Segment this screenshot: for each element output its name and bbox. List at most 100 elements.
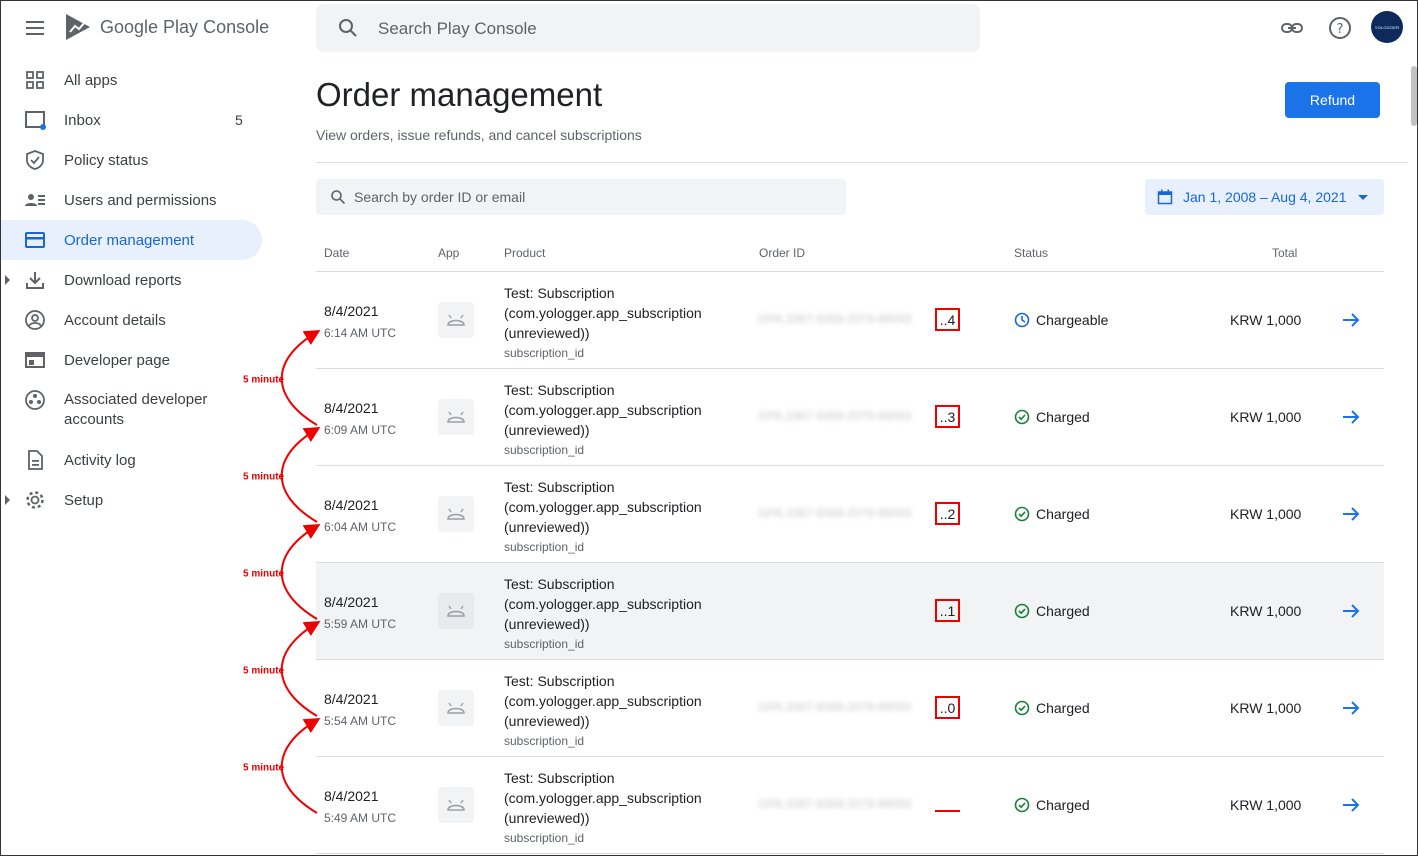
product-sku: subscription_id bbox=[504, 734, 585, 748]
status-text: Charged bbox=[1036, 700, 1090, 716]
android-icon bbox=[447, 314, 465, 326]
global-search-input[interactable]: Search Play Console bbox=[316, 4, 980, 52]
app-icon bbox=[438, 690, 474, 726]
android-icon bbox=[447, 702, 465, 714]
search-icon bbox=[339, 19, 357, 37]
col-app[interactable]: App bbox=[438, 246, 459, 260]
menu-icon[interactable] bbox=[24, 17, 46, 39]
status-badge: Charged bbox=[1014, 797, 1090, 813]
product-line: (unreviewed)) bbox=[504, 616, 590, 632]
arrow-right-icon[interactable] bbox=[1340, 698, 1362, 718]
product-line: Test: Subscription bbox=[504, 479, 615, 495]
card-icon bbox=[25, 232, 45, 248]
download-icon bbox=[26, 272, 44, 289]
table-row[interactable]: 8/4/2021 6:09 AM UTC Test: Subscription … bbox=[316, 369, 1384, 466]
product-name: Test: Subscription (com.yologger.app_sub… bbox=[504, 671, 744, 731]
sidebar-item-inbox[interactable]: Inbox 5 bbox=[0, 100, 262, 140]
order-search-input[interactable]: Search by order ID or email bbox=[316, 179, 846, 215]
app-icon bbox=[438, 302, 474, 338]
col-status[interactable]: Status bbox=[1014, 246, 1048, 260]
expand-caret-icon[interactable] bbox=[5, 495, 10, 505]
arrow-right-icon[interactable] bbox=[1340, 795, 1362, 815]
sidebar-item-setup[interactable]: Setup bbox=[0, 480, 262, 520]
sidebar-item-label: Developer page bbox=[64, 351, 170, 369]
sidebar-item-associated-accounts[interactable]: Associated developer accounts bbox=[0, 380, 262, 440]
product-line: Test: Subscription bbox=[504, 382, 615, 398]
divider bbox=[316, 162, 1408, 163]
sidebar: All apps Inbox 5 Policy status Users and… bbox=[0, 60, 262, 520]
order-id-blurred: GPA.3367-9369-2079-99093 bbox=[758, 409, 912, 423]
table-row[interactable]: 8/4/2021 6:14 AM UTC Test: Subscription … bbox=[316, 272, 1384, 369]
avatar-text: YOLOGGER bbox=[1374, 24, 1400, 30]
gear-icon bbox=[26, 491, 44, 509]
sidebar-item-label: Policy status bbox=[64, 151, 149, 169]
annotation-label: 5 minute bbox=[243, 763, 285, 774]
refund-button[interactable]: Refund bbox=[1285, 82, 1380, 118]
table-row[interactable]: 8/4/2021 5:49 AM UTC Test: Subscription … bbox=[316, 757, 1384, 854]
app-icon bbox=[438, 496, 474, 532]
order-id-suffix: ..0 bbox=[935, 696, 960, 719]
inbox-count-badge: 5 bbox=[235, 112, 243, 128]
grid-icon bbox=[26, 71, 44, 89]
table-row[interactable]: 8/4/2021 5:59 AM UTC Test: Subscription … bbox=[316, 563, 1384, 660]
status-text: Charged bbox=[1036, 797, 1090, 813]
sidebar-item-label: Activity log bbox=[64, 451, 136, 469]
play-console-logo bbox=[66, 14, 90, 40]
order-id-blurred: GPA.3367-9369-2079-99093 bbox=[758, 797, 912, 811]
arrow-right-icon[interactable] bbox=[1340, 504, 1362, 524]
inbox-icon bbox=[25, 111, 46, 130]
sidebar-item-users-permissions[interactable]: Users and permissions bbox=[0, 180, 262, 220]
search-placeholder: Search Play Console bbox=[378, 19, 537, 38]
order-total: KRW 1,000 bbox=[1230, 506, 1302, 522]
sidebar-item-activity-log[interactable]: Activity log bbox=[0, 440, 262, 480]
sidebar-item-account-details[interactable]: Account details bbox=[0, 300, 262, 340]
product-line: (unreviewed)) bbox=[504, 422, 590, 438]
product-sku: subscription_id bbox=[504, 831, 585, 845]
order-id-suffix: ..4 bbox=[935, 308, 960, 331]
status-badge: Charged bbox=[1014, 603, 1090, 619]
check-circle-icon bbox=[1014, 797, 1030, 813]
app-icon bbox=[438, 787, 474, 823]
product-line: (com.yologger.app_subscription bbox=[504, 596, 702, 612]
app-header-left: Google Play Console bbox=[0, 0, 300, 56]
order-id-suffix: ..3 bbox=[935, 405, 960, 428]
order-id-highlight bbox=[935, 810, 960, 812]
arrow-right-icon[interactable] bbox=[1340, 310, 1362, 330]
order-id-suffix: ..1 bbox=[935, 599, 960, 622]
sidebar-item-order-management[interactable]: Order management bbox=[0, 220, 262, 260]
avatar[interactable]: YOLOGGER bbox=[1371, 11, 1403, 43]
table-row[interactable]: 8/4/2021 5:54 AM UTC Test: Subscription … bbox=[316, 660, 1384, 757]
product-line: (com.yologger.app_subscription bbox=[504, 693, 702, 709]
product-line: (com.yologger.app_subscription bbox=[504, 402, 702, 418]
arrow-right-icon[interactable] bbox=[1340, 601, 1362, 621]
scrollbar-thumb[interactable] bbox=[1411, 66, 1417, 126]
sidebar-item-developer-page[interactable]: Developer page bbox=[0, 340, 262, 380]
arrow-right-icon[interactable] bbox=[1340, 407, 1362, 427]
order-id-suffix: ..2 bbox=[935, 502, 960, 525]
expand-caret-icon[interactable] bbox=[5, 275, 10, 285]
check-circle-icon bbox=[1014, 700, 1030, 716]
calendar-icon bbox=[1157, 189, 1173, 205]
table-row[interactable]: 8/4/2021 6:04 AM UTC Test: Subscription … bbox=[316, 466, 1384, 563]
order-total: KRW 1,000 bbox=[1230, 603, 1302, 619]
sidebar-item-policy-status[interactable]: Policy status bbox=[0, 140, 262, 180]
order-date: 8/4/2021 bbox=[324, 303, 379, 319]
help-icon[interactable]: ? bbox=[1328, 16, 1352, 40]
chevron-down-icon bbox=[1358, 195, 1368, 200]
col-date[interactable]: Date bbox=[324, 246, 349, 260]
product-sku: subscription_id bbox=[504, 443, 585, 457]
col-product[interactable]: Product bbox=[504, 246, 545, 260]
order-time: 6:09 AM UTC bbox=[324, 423, 397, 437]
link-icon[interactable] bbox=[1280, 16, 1304, 40]
app-icon bbox=[438, 593, 474, 629]
product-line: (com.yologger.app_subscription bbox=[504, 499, 702, 515]
order-date: 8/4/2021 bbox=[324, 400, 379, 416]
col-order-id[interactable]: Order ID bbox=[759, 246, 805, 260]
col-total[interactable]: Total bbox=[1272, 246, 1297, 260]
product-line: Test: Subscription bbox=[504, 673, 615, 689]
sidebar-item-all-apps[interactable]: All apps bbox=[0, 60, 262, 100]
date-range-picker[interactable]: Jan 1, 2008 – Aug 4, 2021 bbox=[1145, 179, 1384, 215]
users-icon bbox=[25, 194, 45, 206]
sidebar-item-download-reports[interactable]: Download reports bbox=[0, 260, 262, 300]
brand-google: Google Play bbox=[100, 17, 199, 37]
